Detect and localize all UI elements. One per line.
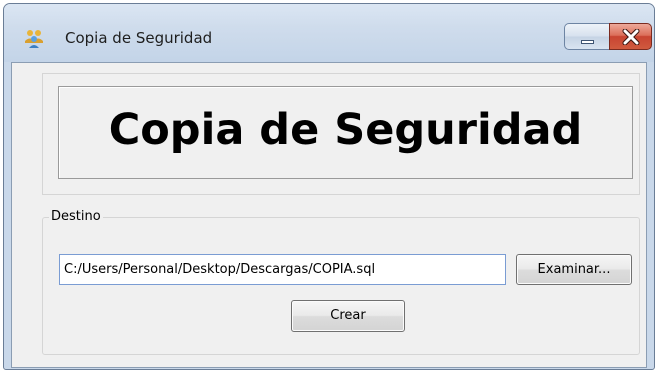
destino-group-label: Destino bbox=[49, 209, 103, 224]
minimize-icon bbox=[581, 40, 594, 44]
header-box: Copia de Seguridad bbox=[58, 86, 633, 179]
client-area: Copia de Seguridad Destino Examinar... C… bbox=[11, 62, 647, 368]
minimize-button[interactable] bbox=[564, 23, 609, 50]
create-button[interactable]: Crear bbox=[291, 300, 405, 332]
title-bar[interactable]: Copia de Seguridad bbox=[4, 4, 654, 62]
app-window: Copia de Seguridad Copia de Seguridad De… bbox=[3, 3, 655, 370]
page-title: Copia de Seguridad bbox=[108, 105, 583, 155]
window-title: Copia de Seguridad bbox=[65, 29, 213, 47]
close-icon bbox=[622, 29, 640, 45]
destination-path-input[interactable] bbox=[59, 254, 506, 285]
destino-groupbox bbox=[42, 217, 640, 355]
close-button[interactable] bbox=[609, 23, 652, 50]
browse-button[interactable]: Examinar... bbox=[516, 254, 632, 285]
users-icon bbox=[25, 30, 43, 48]
header-panel: Copia de Seguridad bbox=[42, 73, 640, 195]
